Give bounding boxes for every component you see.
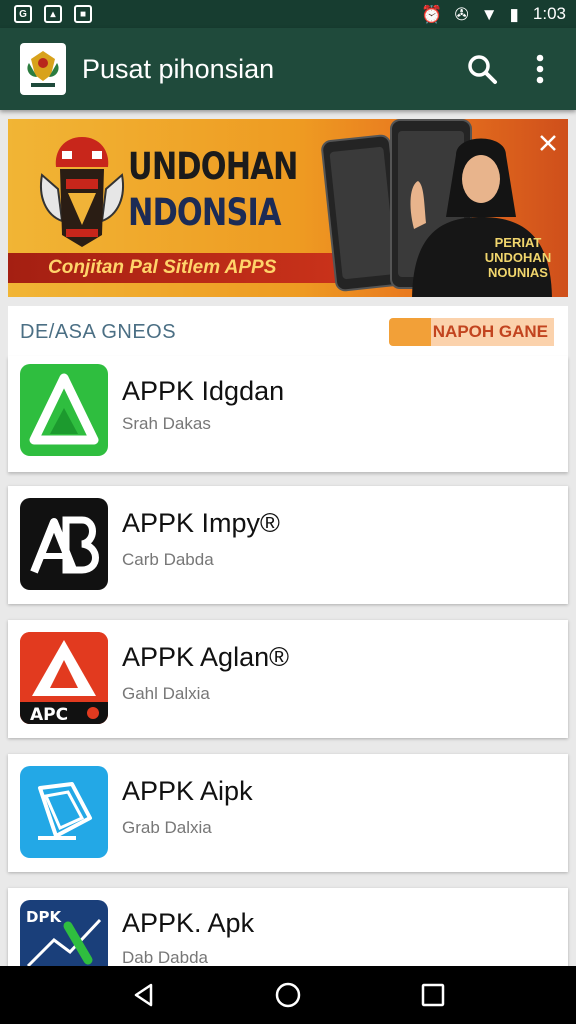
dpk-chart-app-icon: DPK xyxy=(20,900,108,968)
banner-headline-1: UNDOHAN xyxy=(128,145,298,188)
blue-document-app-icon xyxy=(20,766,108,858)
app-logo xyxy=(20,43,66,95)
app-list-item[interactable]: APPK Impy® Carb Dabda xyxy=(8,486,568,604)
close-icon[interactable] xyxy=(536,131,560,155)
app-publisher: Carb Dabda xyxy=(122,550,214,569)
more-games-label: NAPOH GANE xyxy=(430,318,554,346)
svg-text:DPK: DPK xyxy=(26,908,62,926)
green-triangle-app-icon xyxy=(20,364,108,456)
app-publisher: Gahl Dalxia xyxy=(122,684,210,703)
alarm-icon: ⏰ xyxy=(421,4,443,24)
app-name: APPK Aglan® xyxy=(122,642,289,672)
more-games-button[interactable]: NAPOH GANE xyxy=(388,317,554,347)
section-header: DE/ASA GNEOS NAPOH GANE xyxy=(8,306,568,358)
app-list-item[interactable]: APPK Aipk Grab Dalxia xyxy=(8,754,568,872)
app-list-item[interactable]: APC APPK Aglan® Gahl Dalxia xyxy=(8,620,568,738)
app-list-item[interactable]: APPK Idgdan Srah Dakas xyxy=(8,356,568,472)
app-name: APPK Impy® xyxy=(122,508,280,538)
app-publisher: Dab Dabda xyxy=(122,948,209,967)
ab-logo-app-icon xyxy=(20,498,108,590)
navigation-bar xyxy=(0,966,576,1024)
section-title: DE/ASA GNEOS xyxy=(20,320,177,343)
home-button[interactable] xyxy=(268,975,308,1015)
app-publisher: Srah Dakas xyxy=(122,414,211,433)
promo-banner[interactable]: UNDOHAN NDONSIA Conjitan Pal Sitlem APPS… xyxy=(8,119,568,297)
search-button[interactable] xyxy=(460,47,504,91)
overflow-menu-icon xyxy=(536,54,544,84)
app-title: Pusat pihonsian xyxy=(82,53,275,84)
clock: 1:03 xyxy=(532,4,566,23)
home-icon xyxy=(275,982,301,1008)
wifi-icon: ▼ xyxy=(480,4,498,24)
garuda-mascot-icon xyxy=(40,137,124,247)
app-publisher: Grab Dalxia xyxy=(122,818,212,837)
notification-icons: G ▴ ■ xyxy=(14,5,92,23)
app-name: APPK Aipk xyxy=(122,776,253,806)
search-icon xyxy=(468,55,497,84)
app-bar: Pusat pihonsian xyxy=(0,28,576,110)
svg-text:APC: APC xyxy=(30,705,68,724)
recents-icon xyxy=(422,983,445,1007)
image-notification-icon: ▴ xyxy=(44,5,62,23)
app-name: APPK. Apk xyxy=(122,908,255,938)
vibrate-icon: ✇ xyxy=(454,4,469,24)
app-name: APPK Idgdan xyxy=(122,376,285,406)
overflow-menu-button[interactable] xyxy=(518,47,562,91)
back-icon xyxy=(134,983,152,1007)
gallery-notification-icon: G xyxy=(14,5,32,23)
recents-button[interactable] xyxy=(413,975,453,1015)
status-bar: G ▴ ■ ⏰ ✇ ▼ ▮ 1:03 xyxy=(0,0,576,28)
system-icons: ⏰ ✇ ▼ ▮ 1:03 xyxy=(421,4,566,24)
more-games-swatch xyxy=(388,318,431,346)
back-button[interactable] xyxy=(123,975,163,1015)
message-notification-icon: ■ xyxy=(74,5,92,23)
banner-tag: PERIAT UNDOHAN NOUNIAS xyxy=(484,235,552,280)
banner-headline-2: NDONSIA xyxy=(128,191,281,234)
app-list-item[interactable]: DPK APPK. Apk Dab Dabda xyxy=(8,888,568,968)
apco-app-icon: APC xyxy=(20,632,108,724)
battery-icon: ▮ xyxy=(509,4,519,24)
banner-strip: Conjitan Pal Sitlem APPS xyxy=(8,253,338,283)
